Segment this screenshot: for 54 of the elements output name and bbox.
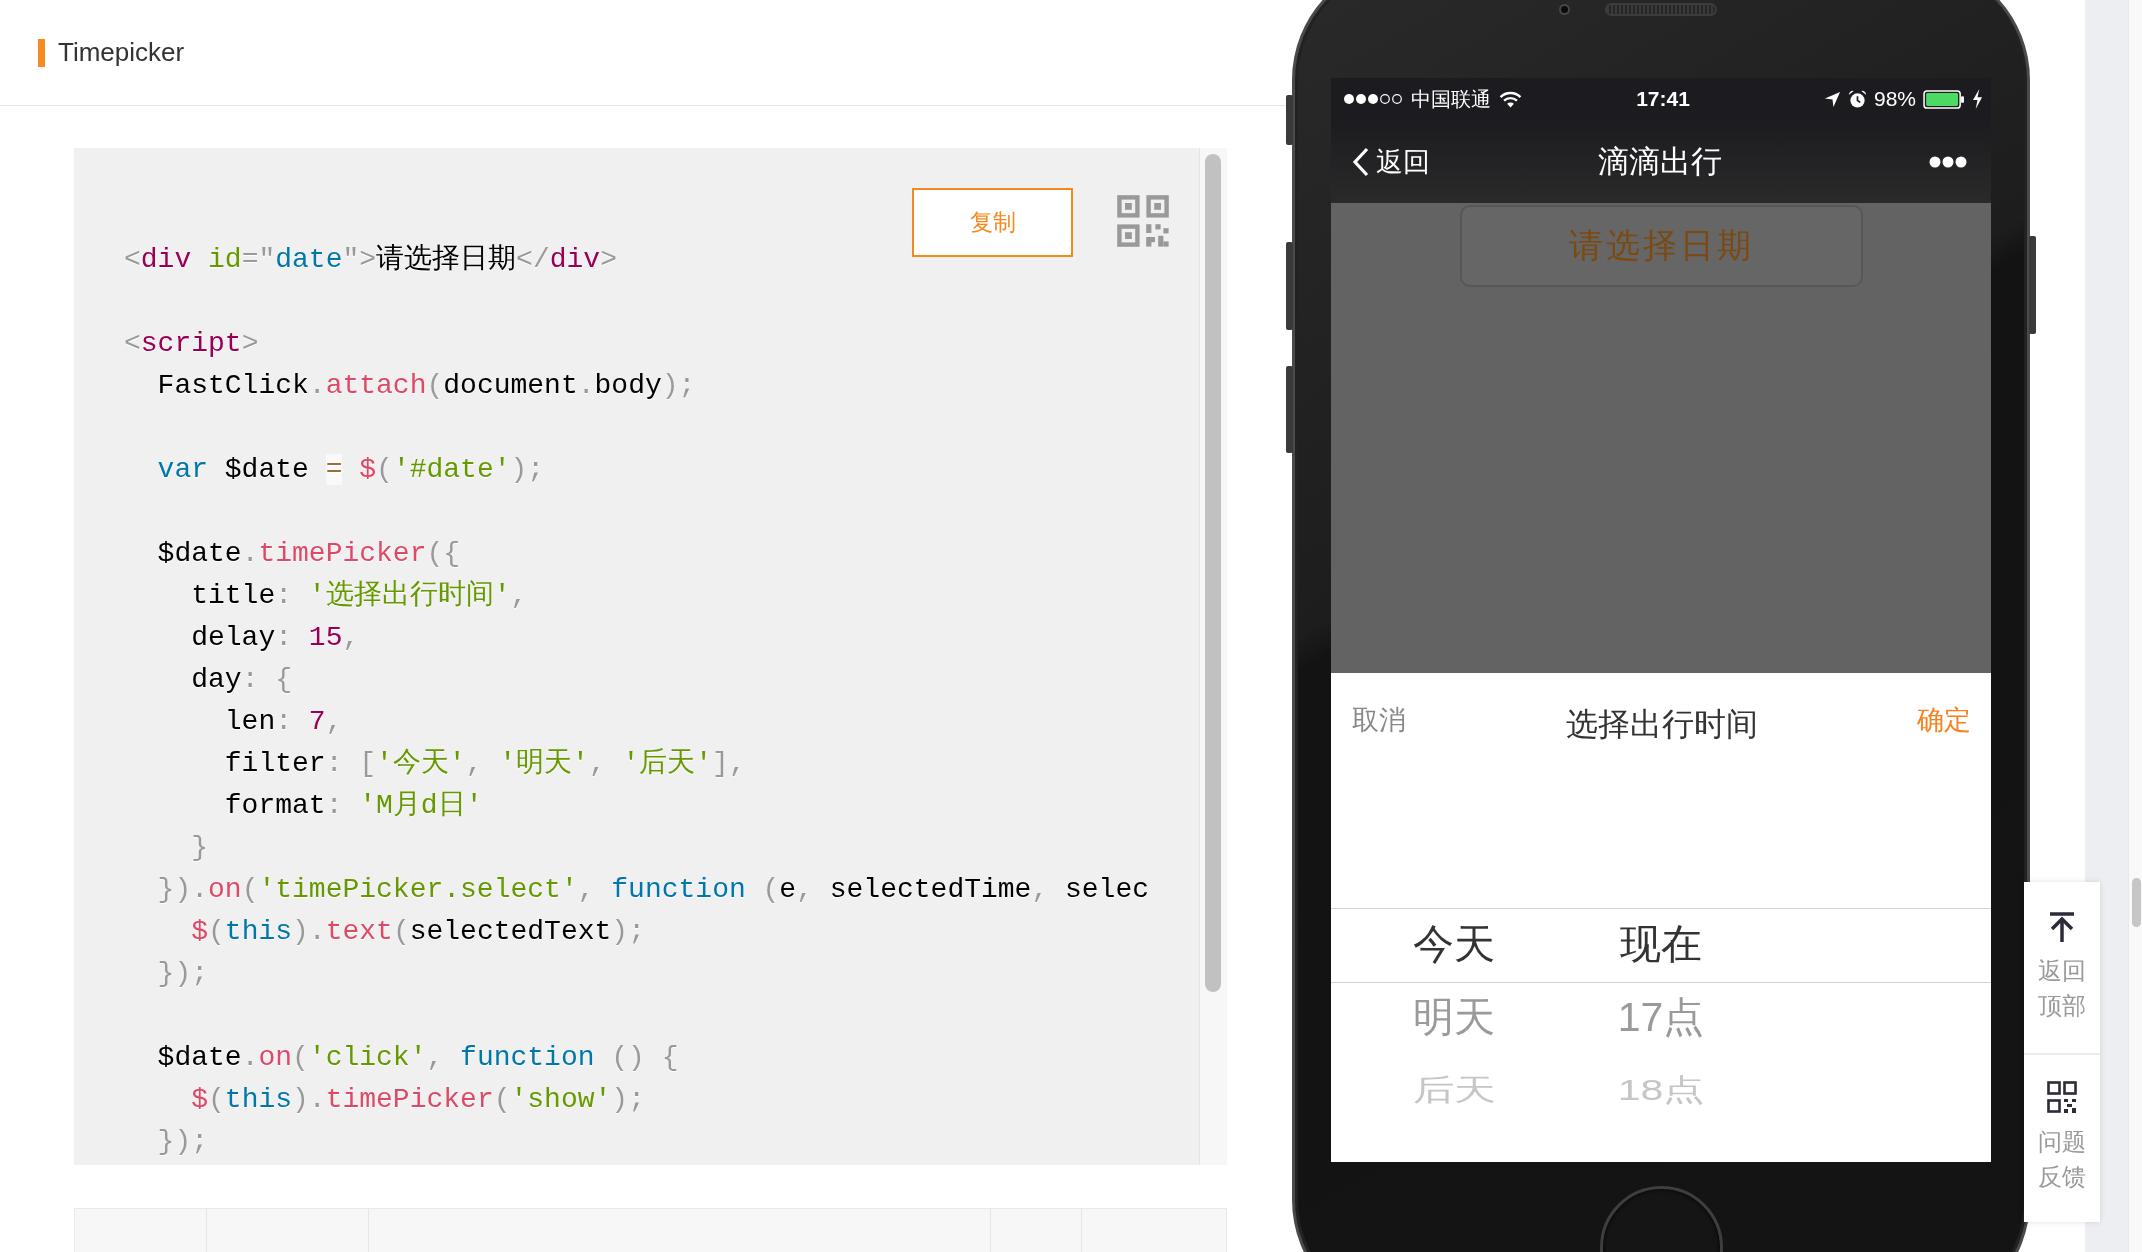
carrier-name: 中国联通 <box>1411 86 1491 112</box>
battery-icon <box>1923 89 1965 109</box>
picker-option[interactable]: 17点 <box>1617 993 1705 1042</box>
alarm-clock-icon <box>1847 89 1867 109</box>
lightning-bolt-icon <box>1972 89 1983 109</box>
battery-percent: 98% <box>1873 87 1916 111</box>
code-line: FastClick.attach(document.body); <box>156 369 696 403</box>
code-line: } <box>190 831 208 865</box>
qr-code-icon <box>2047 1081 2077 1113</box>
code-line: $(this).text(selectedText); <box>190 915 645 949</box>
picker-option[interactable]: 现在 <box>1620 920 1702 969</box>
signal-dots-icon <box>1343 93 1403 105</box>
code-line: day: { <box>190 663 293 697</box>
picker-option[interactable]: 18点 <box>1617 1073 1705 1108</box>
confirm-button[interactable]: 确定 <box>1917 700 1971 740</box>
picker-option[interactable]: 今天 <box>1413 920 1496 969</box>
qr-code-icon[interactable] <box>1117 195 1169 247</box>
clock-time: 17:41 <box>1636 87 1690 111</box>
picker-option[interactable]: 明天 <box>1413 993 1496 1042</box>
feedback-button[interactable]: 问题反馈 <box>2024 1053 2100 1222</box>
code-line: delay: 15, <box>190 621 360 655</box>
location-arrow-icon <box>1823 90 1841 108</box>
accent-bar-icon <box>38 38 45 67</box>
wifi-icon <box>1499 90 1522 108</box>
code-line: $(this).timePicker('show'); <box>190 1083 645 1117</box>
code-line: len: 7, <box>223 705 343 739</box>
code-line: title: '选择出行时间', <box>190 579 528 613</box>
side-button[interactable] <box>1286 95 1293 145</box>
back-button[interactable]: 返回 <box>1352 143 1430 180</box>
cancel-button[interactable]: 取消 <box>1352 700 1406 740</box>
nav-title: 滴滴出行 <box>1597 142 1722 181</box>
back-to-top-button[interactable]: 返回顶部 <box>2024 882 2100 1053</box>
section-title: Timepicker <box>58 37 185 68</box>
side-button[interactable] <box>1286 242 1293 330</box>
code-line: }); <box>156 1125 208 1159</box>
chevron-left-icon <box>1352 146 1370 177</box>
code-line: }).on('timePicker.select', function (e, selectedTime, selec <box>156 873 1150 907</box>
code-line: <script> <box>124 327 259 361</box>
copy-button[interactable]: 复制 <box>912 188 1073 257</box>
code-line: filter: ['今天', '明天', '后天'], <box>223 747 746 781</box>
code-line: format: 'M月d日' <box>223 789 483 823</box>
code-line: $date.timePicker({ <box>156 537 461 571</box>
scrollbar-thumb[interactable] <box>1205 154 1221 992</box>
more-icon[interactable] <box>1929 155 1967 168</box>
side-button[interactable] <box>2029 236 2036 334</box>
code-line: <div id="date">请选择日期</div> <box>124 243 617 277</box>
code-line: var $date = $('#date'); <box>156 453 545 487</box>
front-camera-icon <box>1559 4 1570 15</box>
code-line: }); <box>156 957 208 991</box>
picker-option[interactable]: 后天 <box>1413 1073 1496 1108</box>
side-button[interactable] <box>1286 366 1293 453</box>
scrollbar-thumb[interactable] <box>2132 878 2141 927</box>
picker-title: 选择出行时间 <box>1565 705 1758 744</box>
code-line: $date.on('click', function () { <box>156 1041 679 1075</box>
